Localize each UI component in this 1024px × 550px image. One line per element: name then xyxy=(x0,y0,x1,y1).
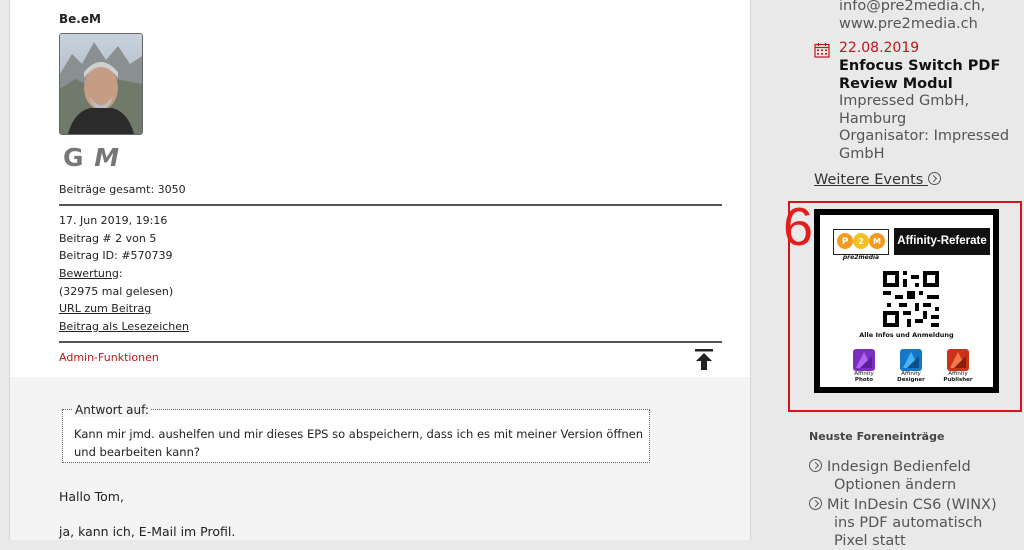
ad-annotation-number: 6 xyxy=(783,197,814,257)
forum-item-title-cont: Pixel statt xyxy=(834,533,906,549)
post-date: 17. Jun 2019, 19:16 xyxy=(59,214,168,227)
pre2media-logo: P 2 M xyxy=(833,229,889,255)
ad-heading: Affinity-Referate xyxy=(894,228,990,255)
event-details: Impressed GmbH, Hamburg Organisator: Imp… xyxy=(839,93,1014,163)
avatar[interactable] xyxy=(59,33,143,135)
admin-functions-link[interactable]: Admin-Funktionen xyxy=(59,351,159,364)
signature-initial-m: M xyxy=(94,143,121,172)
bookmark-row: Beitrag als Lesezeichen xyxy=(59,320,189,333)
chevron-circle-right-icon xyxy=(927,172,941,185)
ad-banner-inner: P 2 M pre2media Affinity-Referate Alle I… xyxy=(820,215,993,387)
more-events-label: Weitere Events xyxy=(814,172,924,188)
svg-text:2: 2 xyxy=(858,237,864,246)
post-id: Beitrag ID: #570739 xyxy=(59,249,173,262)
affinity-designer-app: Affinity Designer xyxy=(895,349,927,383)
left-gutter xyxy=(0,0,9,540)
divider-bottom xyxy=(59,341,722,343)
scroll-top-icon[interactable] xyxy=(693,348,715,372)
affinity-publisher-app: Affinity Publisher xyxy=(942,349,974,383)
post-number: Beitrag # 2 von 5 xyxy=(59,232,157,245)
event-date: 22.08.2019 xyxy=(839,40,920,56)
read-count: (32975 mal gelesen) xyxy=(59,285,174,298)
forum-item-title: Indesign Bedienfeld xyxy=(827,459,971,475)
forum-item-title: Mit InDesin CS6 (WINX) xyxy=(827,497,997,513)
more-events-link[interactable]: Weitere Events xyxy=(814,172,946,188)
quote-legend: Antwort auf: xyxy=(73,403,151,417)
affinity-designer-icon xyxy=(900,349,922,371)
event-title[interactable]: Enfocus Switch PDF Review Modul xyxy=(839,57,1009,93)
affinity-publisher-icon xyxy=(947,349,969,371)
forum-item-title-cont: Optionen ändern xyxy=(834,477,957,493)
rating-row: Bewertung: xyxy=(59,267,123,280)
total-posts: Beiträge gesamt: 3050 xyxy=(59,183,186,196)
contact-website[interactable]: www.pre2media.ch xyxy=(839,16,978,34)
contact-email[interactable]: info@pre2media.ch, xyxy=(839,0,985,16)
ad-banner[interactable]: P 2 M pre2media Affinity-Referate Alle I… xyxy=(814,209,999,393)
svg-text:P: P xyxy=(842,237,849,247)
chevron-circle-right-icon xyxy=(809,497,822,510)
signature-initial-g: G xyxy=(63,143,85,172)
event-organizer-line1: Organisator: Impressed xyxy=(839,128,1010,144)
bookmark-link[interactable]: Beitrag als Lesezeichen xyxy=(59,320,189,333)
chevron-circle-right-icon xyxy=(809,459,822,472)
url-link[interactable]: URL zum Beitrag xyxy=(59,302,151,315)
quote-text: Kann mir jmd. aushelfen und mir dieses E… xyxy=(74,427,644,459)
event-location-line2: Hamburg xyxy=(839,110,907,127)
divider-top xyxy=(59,204,722,206)
reply-greeting: Hallo Tom, xyxy=(59,489,124,504)
forum-item[interactable]: Mit InDesin CS6 (WINX) ins PDF automatis… xyxy=(809,496,1014,550)
affinity-photo-icon xyxy=(853,349,875,371)
event-location-line1: Impressed GmbH, xyxy=(839,93,970,109)
author-name[interactable]: Be.eM xyxy=(59,12,101,26)
quote-box: Antwort auf: Kann mir jmd. aushelfen und… xyxy=(62,403,650,463)
calendar-icon xyxy=(814,42,830,58)
event-organizer-line2: GmbH xyxy=(839,145,885,162)
forum-item[interactable]: Indesign Bedienfeld Optionen ändern xyxy=(809,458,1014,494)
rating-link[interactable]: Bewertung xyxy=(59,267,119,280)
qr-code-icon[interactable] xyxy=(883,271,939,327)
forum-item-title-cont: ins PDF automatisch xyxy=(834,515,983,531)
ad-caption: Alle Infos und Anmeldung xyxy=(859,331,954,339)
rating-suffix: : xyxy=(118,267,123,280)
affinity-photo-app: Affinity Photo xyxy=(848,349,880,383)
app-sub: Designer xyxy=(897,377,925,383)
url-row: URL zum Beitrag xyxy=(59,302,151,315)
ad-brand: pre2media xyxy=(842,254,880,261)
reply-line: ja, kann ich, E-Mail im Profil. xyxy=(59,524,236,539)
signature-initials: G M xyxy=(63,143,120,172)
forum-heading: Neuste Foreneinträge xyxy=(809,430,945,443)
svg-text:M: M xyxy=(873,237,881,246)
app-sub: Publisher xyxy=(943,377,973,383)
app-sub: Photo xyxy=(854,377,874,383)
